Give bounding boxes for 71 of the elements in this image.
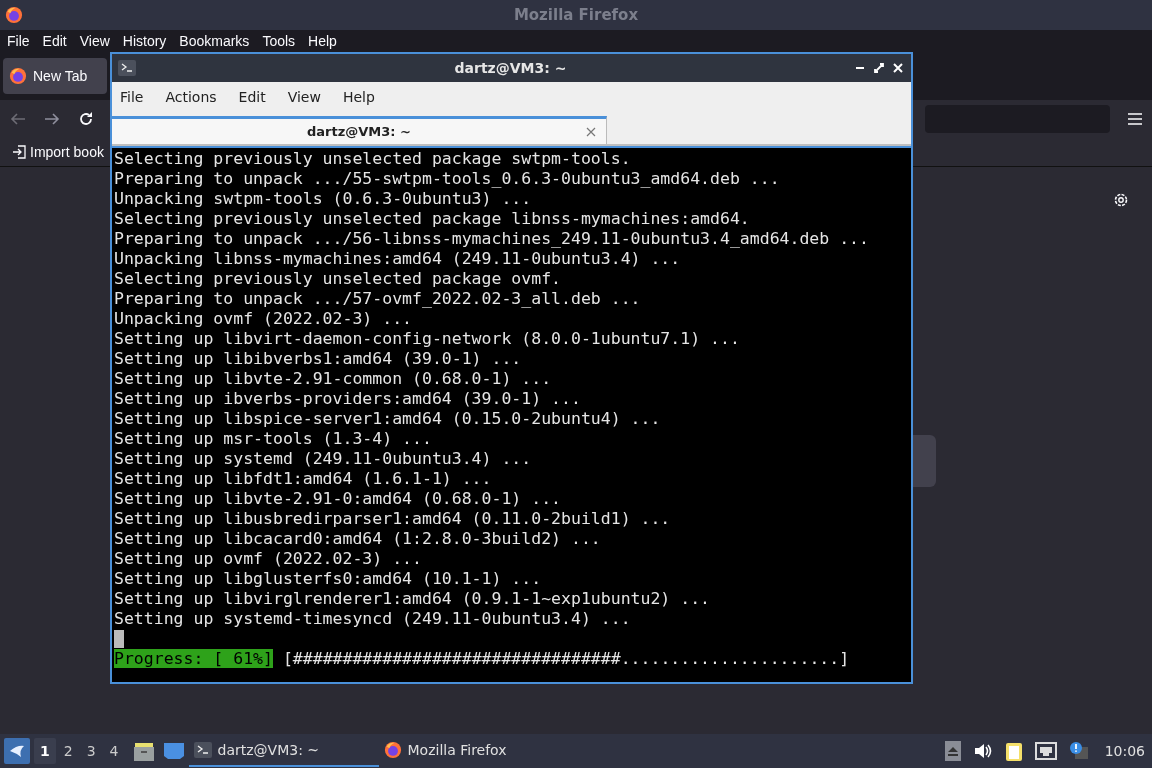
terminal-line: Unpacking ovmf (2022.02-3) ... bbox=[114, 309, 412, 328]
terminal-tab[interactable]: dartz@VM3: ~ bbox=[112, 116, 607, 144]
start-menu-button[interactable] bbox=[4, 738, 30, 764]
menu-item[interactable]: Edit bbox=[236, 89, 268, 105]
terminal-line: Preparing to unpack .../55-swtpm-tools_0.6.3-0ubuntu3_amd64.deb ... bbox=[114, 169, 780, 188]
terminal-line: Unpacking swtpm-tools (0.6.3-0ubuntu3) ... bbox=[114, 189, 532, 208]
workspace-button[interactable]: 2 bbox=[57, 738, 79, 764]
terminal-line: Unpacking libnss-mymachines:amd64 (249.11-0ubuntu3.4) ... bbox=[114, 249, 681, 268]
menu-icon[interactable] bbox=[1128, 113, 1142, 125]
import-icon bbox=[12, 145, 26, 159]
back-arrow-icon[interactable] bbox=[10, 112, 26, 126]
text-cursor bbox=[114, 630, 124, 648]
terminal-line: Setting up systemd (249.11-0ubuntu3.4) ... bbox=[114, 449, 532, 468]
network-icon[interactable] bbox=[1034, 742, 1057, 760]
workspace-button[interactable]: 1 bbox=[34, 738, 56, 764]
window-title: Mozilla Firefox bbox=[513, 6, 639, 24]
terminal-icon bbox=[118, 60, 136, 76]
terminal-icon bbox=[193, 742, 212, 758]
menu-item[interactable]: View bbox=[75, 33, 114, 49]
clock: 10:06 bbox=[1104, 743, 1146, 759]
terminal-line: Setting up libcacard0:amd64 (1:2.8.0-3build2) ... bbox=[114, 529, 601, 548]
menu-item[interactable]: Help bbox=[304, 33, 341, 49]
terminal-line: Setting up libfdt1:amd64 (1.6.1-1) ... bbox=[114, 469, 492, 488]
file-cabinet-icon[interactable] bbox=[132, 740, 155, 762]
menu-item[interactable]: Actions bbox=[163, 89, 219, 105]
terminal-line: Setting up libvirt-daemon-config-network (8.0.0-1ubuntu7.1) ... bbox=[114, 329, 740, 348]
workspace-button[interactable]: 3 bbox=[80, 738, 102, 764]
terminal-line: Setting up ibverbs-providers:amd64 (39.0-1) ... bbox=[114, 389, 581, 408]
taskbar-task[interactable]: Mozilla Firefox bbox=[378, 735, 569, 767]
menu-item[interactable]: File bbox=[3, 33, 34, 49]
menu-item[interactable]: Bookmarks bbox=[175, 33, 254, 49]
terminal-line: Preparing to unpack .../57-ovmf_2022.02-3_all.deb ... bbox=[114, 289, 641, 308]
eject-icon[interactable] bbox=[944, 741, 961, 761]
workspace-button[interactable]: 4 bbox=[103, 738, 125, 764]
firefox-logo-icon bbox=[5, 6, 23, 24]
terminal-line: Setting up libvirglrenderer1:amd64 (0.9.1-1~exp1ubuntu2) ... bbox=[114, 589, 711, 608]
maximize-icon[interactable] bbox=[874, 63, 884, 73]
menu-item[interactable]: Edit bbox=[38, 33, 71, 49]
terminal-line: Selecting previously unselected package libnss-mymachines:amd64. bbox=[114, 209, 750, 228]
progress-bar-text: [#################################......................] bbox=[282, 649, 850, 668]
terminal-line: Setting up libusbredirparser1:amd64 (0.11.0-2build1) ... bbox=[114, 509, 671, 528]
notification-icon[interactable] bbox=[1068, 741, 1089, 761]
terminal-line: Selecting previously unselected package swtpm-tools. bbox=[114, 149, 631, 168]
browser-tab[interactable]: New Tab bbox=[3, 58, 107, 94]
bookmark-link[interactable]: Import book bbox=[30, 144, 104, 160]
settings-icon[interactable] bbox=[1113, 192, 1129, 208]
progress-label: Progress: [ 61%] bbox=[114, 649, 273, 668]
clipboard-icon[interactable] bbox=[1004, 740, 1023, 762]
menu-item[interactable]: Help bbox=[340, 89, 377, 105]
taskbar-task[interactable]: dartz@VM3: ~ bbox=[188, 735, 379, 767]
terminal-line: Setting up libglusterfs0:amd64 (10.1-1) ... bbox=[114, 569, 542, 588]
firefox-logo-icon bbox=[383, 741, 402, 759]
terminal-line: Setting up systemd-timesyncd (249.11-0ubuntu3.4) ... bbox=[114, 609, 631, 628]
menu-item[interactable]: View bbox=[285, 89, 323, 105]
desktop-icon[interactable] bbox=[162, 741, 185, 761]
menu-item[interactable]: History bbox=[118, 33, 171, 49]
terminal-line: Preparing to unpack .../56-libnss-mymachines_249.11-0ubuntu3.4_amd64.deb ... bbox=[114, 229, 869, 248]
terminal-line: Setting up libvte-2.91-common (0.68.0-1) ... bbox=[114, 369, 552, 388]
terminal-line: Setting up libvte-2.91-0:amd64 (0.68.0-1) ... bbox=[114, 489, 562, 508]
terminal-line: Setting up libspice-server1:amd64 (0.15.0-2ubuntu4) ... bbox=[114, 409, 661, 428]
speaker-icon[interactable] bbox=[972, 742, 993, 760]
terminal-line: Setting up msr-tools (1.3-4) ... bbox=[114, 429, 432, 448]
menu-item[interactable]: File bbox=[118, 89, 146, 105]
reload-icon[interactable] bbox=[78, 111, 94, 127]
terminal-line: Setting up libibverbs1:amd64 (39.0-1) ... bbox=[114, 349, 522, 368]
window-title: dartz@VM3: ~ bbox=[454, 60, 567, 76]
terminal-line: Selecting previously unselected package ovmf. bbox=[114, 269, 562, 288]
terminal-line: Setting up ovmf (2022.02-3) ... bbox=[114, 549, 422, 568]
menu-item[interactable]: Tools bbox=[258, 33, 300, 49]
firefox-logo-icon bbox=[9, 67, 27, 85]
forward-arrow-icon[interactable] bbox=[44, 112, 60, 126]
